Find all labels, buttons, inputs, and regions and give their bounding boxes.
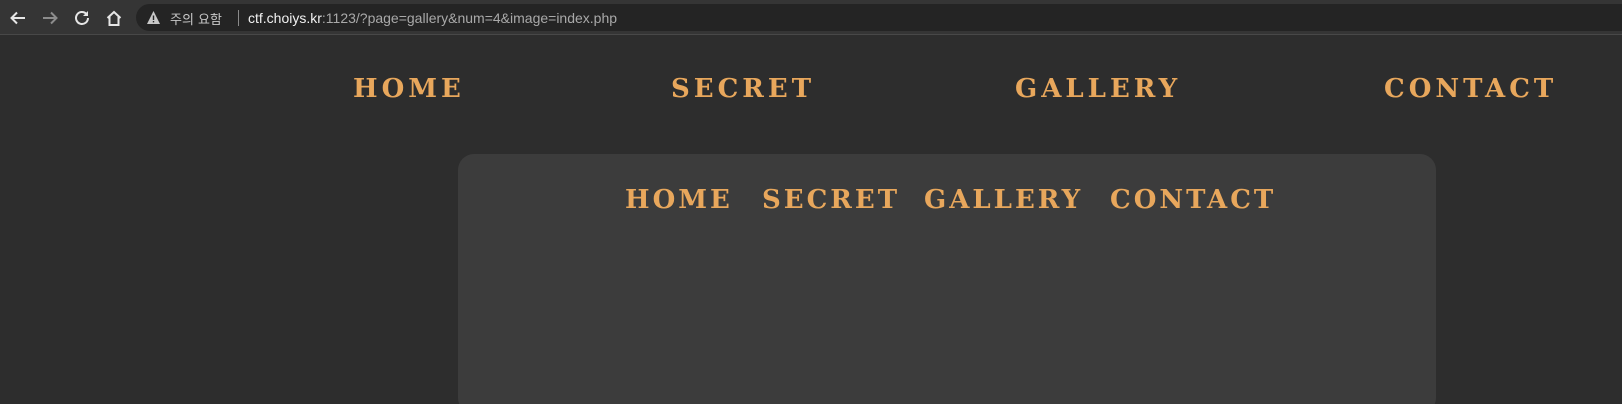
back-button[interactable]: [6, 6, 30, 30]
nav-gallery-link[interactable]: GALLERY: [1015, 74, 1181, 104]
forward-button[interactable]: [38, 6, 62, 30]
reload-icon: [75, 11, 89, 25]
warning-icon: [147, 11, 160, 24]
url-host: ctf.choiys.kr: [248, 10, 322, 26]
browser-toolbar: 주의 요함 ctf.choiys.kr:1123/?page=gallery&n…: [0, 0, 1622, 35]
nav-secret-link[interactable]: SECRET: [671, 74, 815, 104]
arrow-left-icon: [10, 11, 25, 25]
home-icon: [106, 10, 122, 26]
arrow-right-icon: [43, 11, 58, 25]
embedded-nav-secret-link[interactable]: SECRET: [762, 185, 900, 215]
embedded-page-frame: HOME SECRET GALLERY CONTACT: [458, 154, 1436, 404]
embedded-nav-contact-link[interactable]: CONTACT: [1110, 185, 1276, 215]
url-text[interactable]: ctf.choiys.kr:1123/?page=gallery&num=4&i…: [248, 10, 617, 26]
embedded-nav-home-link[interactable]: HOME: [625, 185, 733, 215]
home-button[interactable]: [102, 6, 126, 30]
address-divider: [238, 10, 239, 26]
nav-home-link[interactable]: HOME: [353, 74, 465, 104]
address-bar[interactable]: 주의 요함 ctf.choiys.kr:1123/?page=gallery&n…: [136, 4, 1622, 31]
embedded-nav-gallery-link[interactable]: GALLERY: [924, 185, 1083, 215]
url-path: :1123/?page=gallery&num=4&image=index.ph…: [321, 10, 618, 26]
reload-button[interactable]: [70, 6, 94, 30]
nav-contact-link[interactable]: CONTACT: [1384, 74, 1557, 104]
security-warning-label[interactable]: 주의 요함: [170, 9, 222, 28]
